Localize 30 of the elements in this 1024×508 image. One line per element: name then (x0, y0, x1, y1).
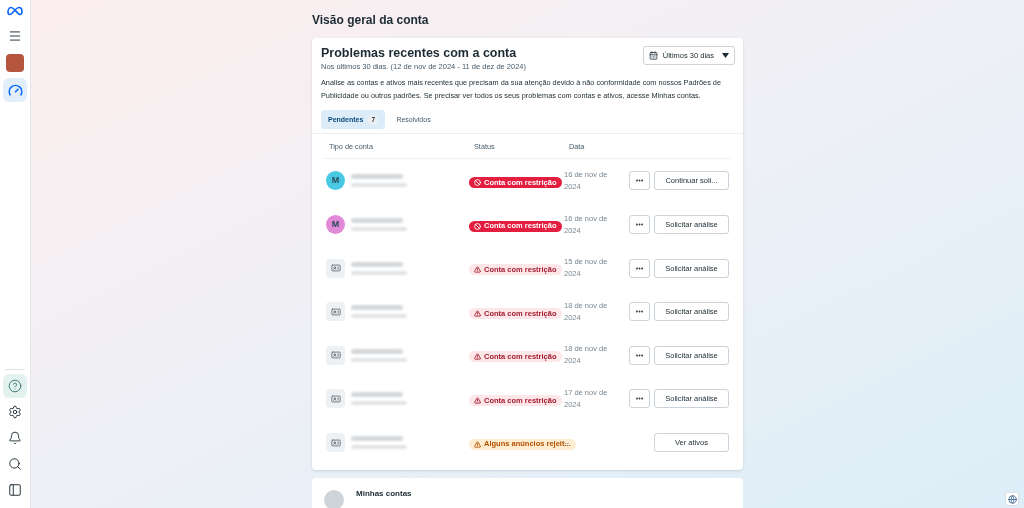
id-card-icon (326, 345, 345, 365)
profile-photo-placeholder[interactable] (6, 54, 24, 72)
id-card-icon (326, 302, 345, 322)
avatar-initial: M (326, 171, 345, 191)
more-options-button[interactable] (629, 302, 650, 322)
page-title: Visão geral da conta (312, 12, 430, 29)
card-title: Problemas recentes com a conta (321, 45, 518, 61)
gauge-icon[interactable] (3, 78, 27, 102)
id-card-icon (326, 258, 345, 278)
more-options-button[interactable] (629, 345, 650, 365)
caret-icon (722, 53, 729, 58)
card-title: Minhas contas (356, 488, 412, 501)
more-options-button[interactable] (629, 171, 650, 191)
more-options-button[interactable] (629, 215, 650, 235)
id-card-icon (326, 389, 345, 409)
calendar-icon (648, 51, 658, 60)
redacted-text (351, 436, 407, 450)
redacted-text (351, 392, 407, 406)
globe-icon[interactable] (1005, 492, 1019, 506)
id-card-icon (326, 433, 345, 453)
redacted-text (351, 261, 407, 275)
avatar-initial: M (326, 215, 345, 235)
redacted-text (351, 218, 407, 232)
redacted-text (351, 174, 407, 188)
infinity-logo-icon[interactable] (7, 6, 23, 16)
redacted-text (351, 348, 407, 362)
help-icon[interactable] (3, 374, 27, 398)
more-options-button[interactable] (629, 389, 650, 409)
more-options-button[interactable] (629, 258, 650, 278)
redacted-text (351, 305, 407, 319)
